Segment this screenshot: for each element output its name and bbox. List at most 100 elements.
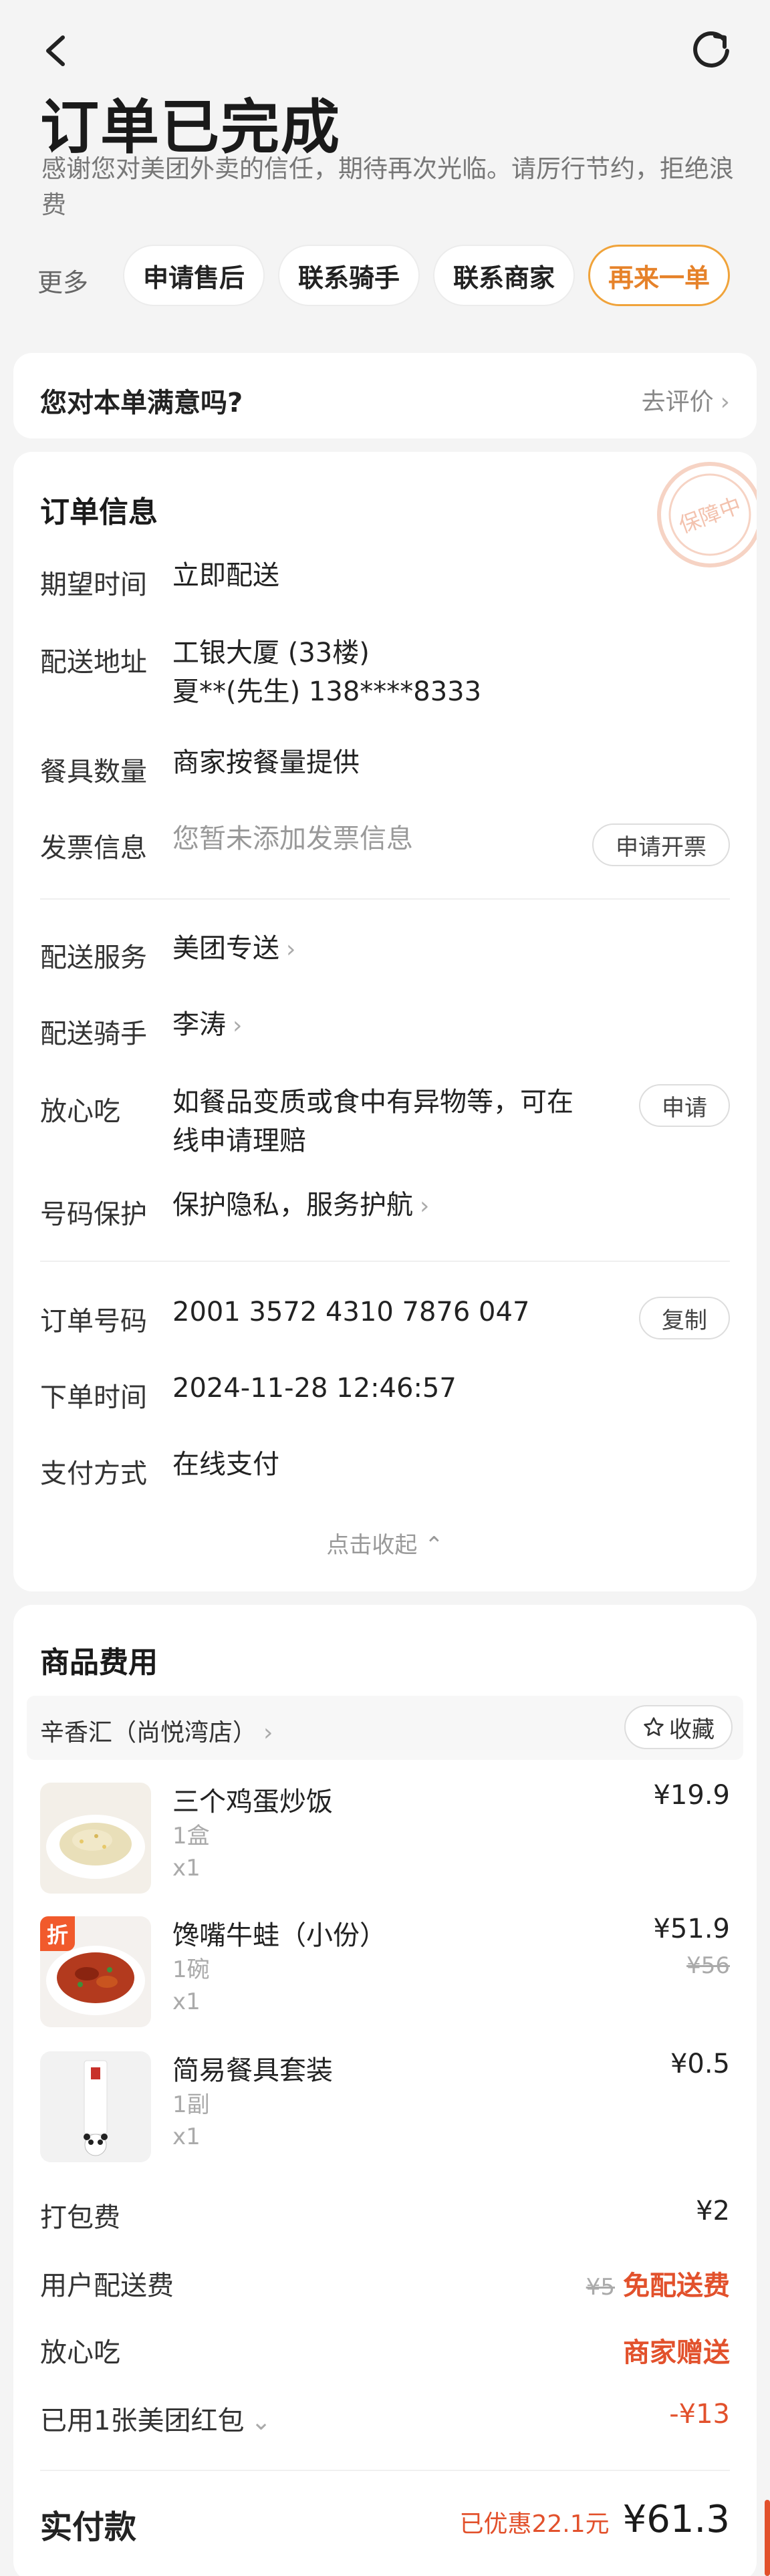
- rate-link[interactable]: 去评价 ›: [642, 382, 730, 417]
- address-line2: 夏**(先生) 138****8333: [172, 676, 482, 707]
- after-sales-button[interactable]: 申请售后: [123, 245, 265, 306]
- delivery-service-link[interactable]: 美团专送 ›: [172, 929, 295, 969]
- contact-rider-button[interactable]: 联系骑手: [278, 245, 420, 306]
- safe-eat-line2: 线申请理赔: [172, 1126, 306, 1156]
- scroll-indicator: [765, 2500, 770, 2576]
- action-bar: 更多 申请售后 联系骑手 联系商家 再来一单: [0, 242, 770, 309]
- item-qty: x1: [172, 1855, 201, 1882]
- item-name: 馋嘴牛蛙（小份）: [172, 1920, 386, 1951]
- packing-fee-value: ¥2: [696, 2196, 730, 2226]
- total-label: 实付款: [40, 2508, 137, 2546]
- invoice-value: 您暂未添加发票信息: [172, 823, 413, 854]
- favorite-label: 收藏: [669, 1716, 715, 1743]
- red-packet-row[interactable]: 已用1张美团红包 ⌄: [40, 2399, 271, 2438]
- address-label: 配送地址: [40, 647, 147, 678]
- payment-value: 在线支付: [172, 1449, 279, 1480]
- divider: [40, 2470, 730, 2471]
- red-packet-label: 已用1张美团红包: [40, 2406, 245, 2436]
- item-unit: 1盒: [172, 1823, 210, 1849]
- more-button[interactable]: 更多: [37, 262, 88, 299]
- tableware-image[interactable]: [40, 2051, 151, 2162]
- chevron-right-icon: ›: [286, 936, 296, 963]
- number-protect-value: 保护隐私，服务护航: [172, 1190, 413, 1220]
- item-original-price: ¥56: [686, 1952, 730, 1979]
- expected-time-label: 期望时间: [40, 569, 147, 600]
- tableware-value: 商家按餐量提供: [172, 747, 360, 778]
- item-unit: 1碗: [172, 1956, 210, 1983]
- collapse-toggle[interactable]: 点击收起 ⌃: [13, 1527, 757, 1559]
- fried-rice-picture: [40, 1783, 151, 1894]
- safe-eat-line1: 如餐品变质或食中有异物等，可在: [172, 1087, 573, 1118]
- delivery-service-label: 配送服务: [40, 942, 147, 973]
- store-name: 辛香汇（尚悦湾店）: [40, 1719, 257, 1747]
- apply-invoice-button[interactable]: 申请开票: [592, 823, 730, 866]
- item-price: ¥0.5: [670, 2049, 730, 2079]
- collapse-label: 点击收起: [326, 1532, 418, 1559]
- order-info-title: 订单信息: [40, 495, 158, 529]
- invoice-label: 发票信息: [40, 833, 147, 864]
- satisfaction-card[interactable]: 您对本单满意吗? 去评价 ›: [13, 353, 757, 438]
- satisfaction-question: 您对本单满意吗?: [40, 388, 243, 418]
- packing-fee-label: 打包费: [40, 2202, 120, 2233]
- back-arrow-icon[interactable]: [40, 32, 72, 70]
- order-time-value: 2024-11-28 12:46:57: [172, 1373, 457, 1404]
- total-value: ¥61.3: [622, 2498, 730, 2541]
- number-protect-link[interactable]: 保护隐私，服务护航 ›: [172, 1186, 429, 1226]
- item-price: ¥51.9: [653, 1914, 730, 1944]
- expected-time-value: 立即配送: [172, 560, 279, 591]
- star-icon: [644, 1717, 664, 1736]
- safe-eat-fee-label: 放心吃: [40, 2337, 120, 2368]
- store-name-link[interactable]: 辛香汇（尚悦湾店） ›: [40, 1713, 273, 1748]
- tableware-label: 餐具数量: [40, 757, 147, 787]
- safe-eat-label: 放心吃: [40, 1096, 120, 1127]
- delivery-fee-original: ¥5: [586, 2274, 615, 2301]
- address-line1: 工银大厦 (33楼): [172, 638, 370, 668]
- divider: [40, 898, 730, 900]
- goods-title: 商品费用: [40, 1646, 158, 1680]
- chevron-right-icon: ›: [420, 1192, 430, 1220]
- copy-order-number-button[interactable]: 复制: [639, 1297, 730, 1339]
- rider-link[interactable]: 李涛 ›: [172, 1005, 242, 1045]
- item-qty: x1: [172, 2123, 201, 2150]
- refresh-icon[interactable]: [690, 28, 733, 71]
- item-unit: 1副: [172, 2091, 210, 2118]
- contact-merchant-button[interactable]: 联系商家: [433, 245, 575, 306]
- chevron-right-icon: ›: [720, 388, 730, 416]
- item-price: ¥19.9: [653, 1780, 730, 1811]
- payment-label: 支付方式: [40, 1458, 147, 1489]
- item-name: 简易餐具套装: [172, 2055, 333, 2086]
- number-protect-label: 号码保护: [40, 1199, 147, 1230]
- stamp-text: 保障中: [676, 493, 745, 539]
- rate-link-label: 去评价: [641, 388, 714, 416]
- order-time-label: 下单时间: [40, 1382, 147, 1413]
- delivery-service-value: 美团专送: [172, 933, 279, 964]
- chevron-right-icon: ›: [233, 1012, 243, 1039]
- chevron-up-icon: ⌃: [424, 1532, 444, 1559]
- page-subtitle: 感谢您对美团外卖的信任，期待再次光临。请厉行节约，拒绝浪费: [41, 154, 734, 219]
- free-delivery-text: 免配送费: [623, 2271, 730, 2301]
- item-qty: x1: [172, 1988, 201, 2015]
- rider-label: 配送骑手: [40, 1019, 147, 1049]
- item-name: 三个鸡蛋炒饭: [172, 1787, 333, 1817]
- guarantee-stamp-icon: 保障中: [657, 462, 757, 567]
- reorder-button[interactable]: 再来一单: [588, 245, 730, 306]
- fried-rice-image[interactable]: [40, 1783, 151, 1894]
- chevron-right-icon: ›: [263, 1719, 273, 1747]
- favorite-button[interactable]: 收藏: [624, 1705, 733, 1749]
- order-header: 订单已完成 感谢您对美团外卖的信任，期待再次光临。请厉行节约，拒绝浪费 更多 申…: [0, 0, 770, 334]
- delivery-fee-label: 用户配送费: [40, 2271, 174, 2301]
- divider: [40, 1261, 730, 1262]
- total-discount: 已优惠22.1元: [459, 2510, 610, 2538]
- chevron-down-icon: ⌄: [251, 2408, 271, 2436]
- goods-card: 商品费用 辛香汇（尚悦湾店）› 收藏 三个鸡蛋炒饭 1盒 x1 ¥19.9 折: [13, 1605, 757, 2576]
- delivery-fee-value: ¥5 免配送费: [586, 2264, 730, 2303]
- store-row[interactable]: 辛香汇（尚悦湾店） › 收藏: [27, 1696, 743, 1760]
- total-amount: 已优惠22.1元 ¥61.3: [460, 2498, 731, 2541]
- order-number-value: 2001 3572 4310 7876 047: [172, 1297, 530, 1327]
- discount-tag: 折: [40, 1916, 75, 1951]
- tableware-picture: [40, 2051, 151, 2162]
- safe-eat-apply-button[interactable]: 申请: [639, 1084, 730, 1127]
- rider-value: 李涛: [172, 1009, 226, 1040]
- safe-eat-fee-value: 商家赠送: [623, 2337, 730, 2368]
- red-packet-value: -¥13: [669, 2399, 730, 2430]
